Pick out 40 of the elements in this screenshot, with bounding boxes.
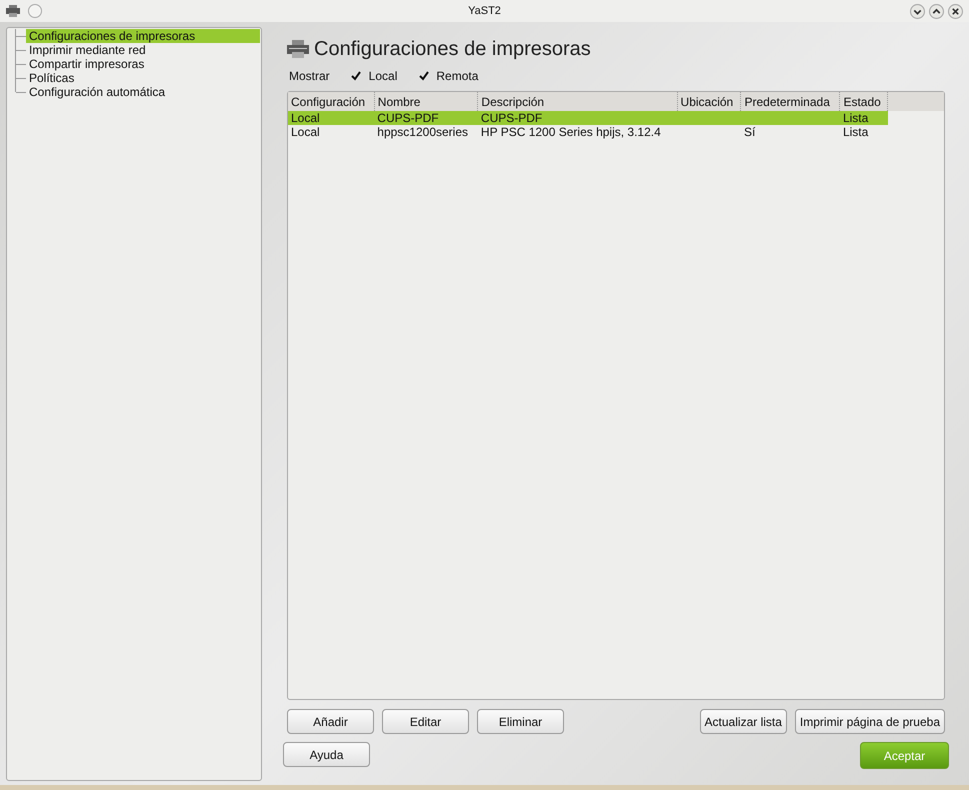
table-cell: HP PSC 1200 Series hpijs, 3.12.4 [480, 125, 661, 139]
table-cell: Lista [842, 125, 868, 139]
action-button[interactable]: Editar [382, 709, 469, 734]
tree-item[interactable]: Configuraciones de impresoras [26, 29, 260, 43]
column-header[interactable]: Descripción [478, 92, 678, 111]
page-heading: Configuraciones de impresoras [314, 38, 591, 60]
help-button[interactable]: Ayuda [283, 742, 370, 767]
table-cell: Local [291, 111, 320, 125]
maximize-button[interactable] [929, 4, 944, 18]
tree-item[interactable]: Compartir impresoras [26, 57, 260, 71]
checkbox[interactable] [350, 70, 363, 82]
column-header[interactable]: Configuración [288, 92, 374, 111]
action-button[interactable]: Actualizar lista [700, 709, 787, 734]
tree-item[interactable]: Imprimir mediante red [26, 43, 260, 57]
filter-label: Mostrar [289, 69, 330, 83]
tree-item[interactable]: Configuración automática [26, 85, 260, 99]
table-row[interactable]: Local hppsc1200series HP PSC 1200 Series hpijs, 3.12.4 Sí Lista [288, 125, 944, 139]
table-cell: hppsc1200series [377, 125, 468, 139]
column-header[interactable]: Estado [840, 92, 888, 111]
table-cell: Sí [744, 125, 756, 139]
minimize-button[interactable] [910, 4, 925, 18]
column-header[interactable]: Predeterminada [740, 92, 840, 111]
table-cell: CUPS-PDF [480, 111, 542, 125]
printer-icon [287, 40, 309, 58]
action-button[interactable]: Imprimir página de prueba [794, 709, 945, 734]
checkbox-label: Remota [436, 69, 478, 83]
action-button[interactable]: Añadir [287, 709, 374, 734]
table-cell: Local [291, 125, 320, 139]
action-button[interactable]: Eliminar [477, 709, 564, 734]
tree-item[interactable]: Políticas [26, 71, 260, 85]
printer-icon [6, 5, 20, 17]
window-title: YaST2 [467, 5, 502, 17]
close-button[interactable] [948, 4, 963, 18]
column-header[interactable]: Ubicación [677, 92, 741, 111]
checkbox-label: Local [368, 69, 398, 83]
table-row[interactable]: Local CUPS-PDF CUPS-PDF Lista [288, 111, 944, 125]
column-header[interactable]: Nombre [374, 92, 478, 111]
table-cell: Lista [842, 111, 868, 125]
checkbox[interactable] [417, 70, 430, 82]
table-cell: CUPS-PDF [377, 111, 439, 125]
